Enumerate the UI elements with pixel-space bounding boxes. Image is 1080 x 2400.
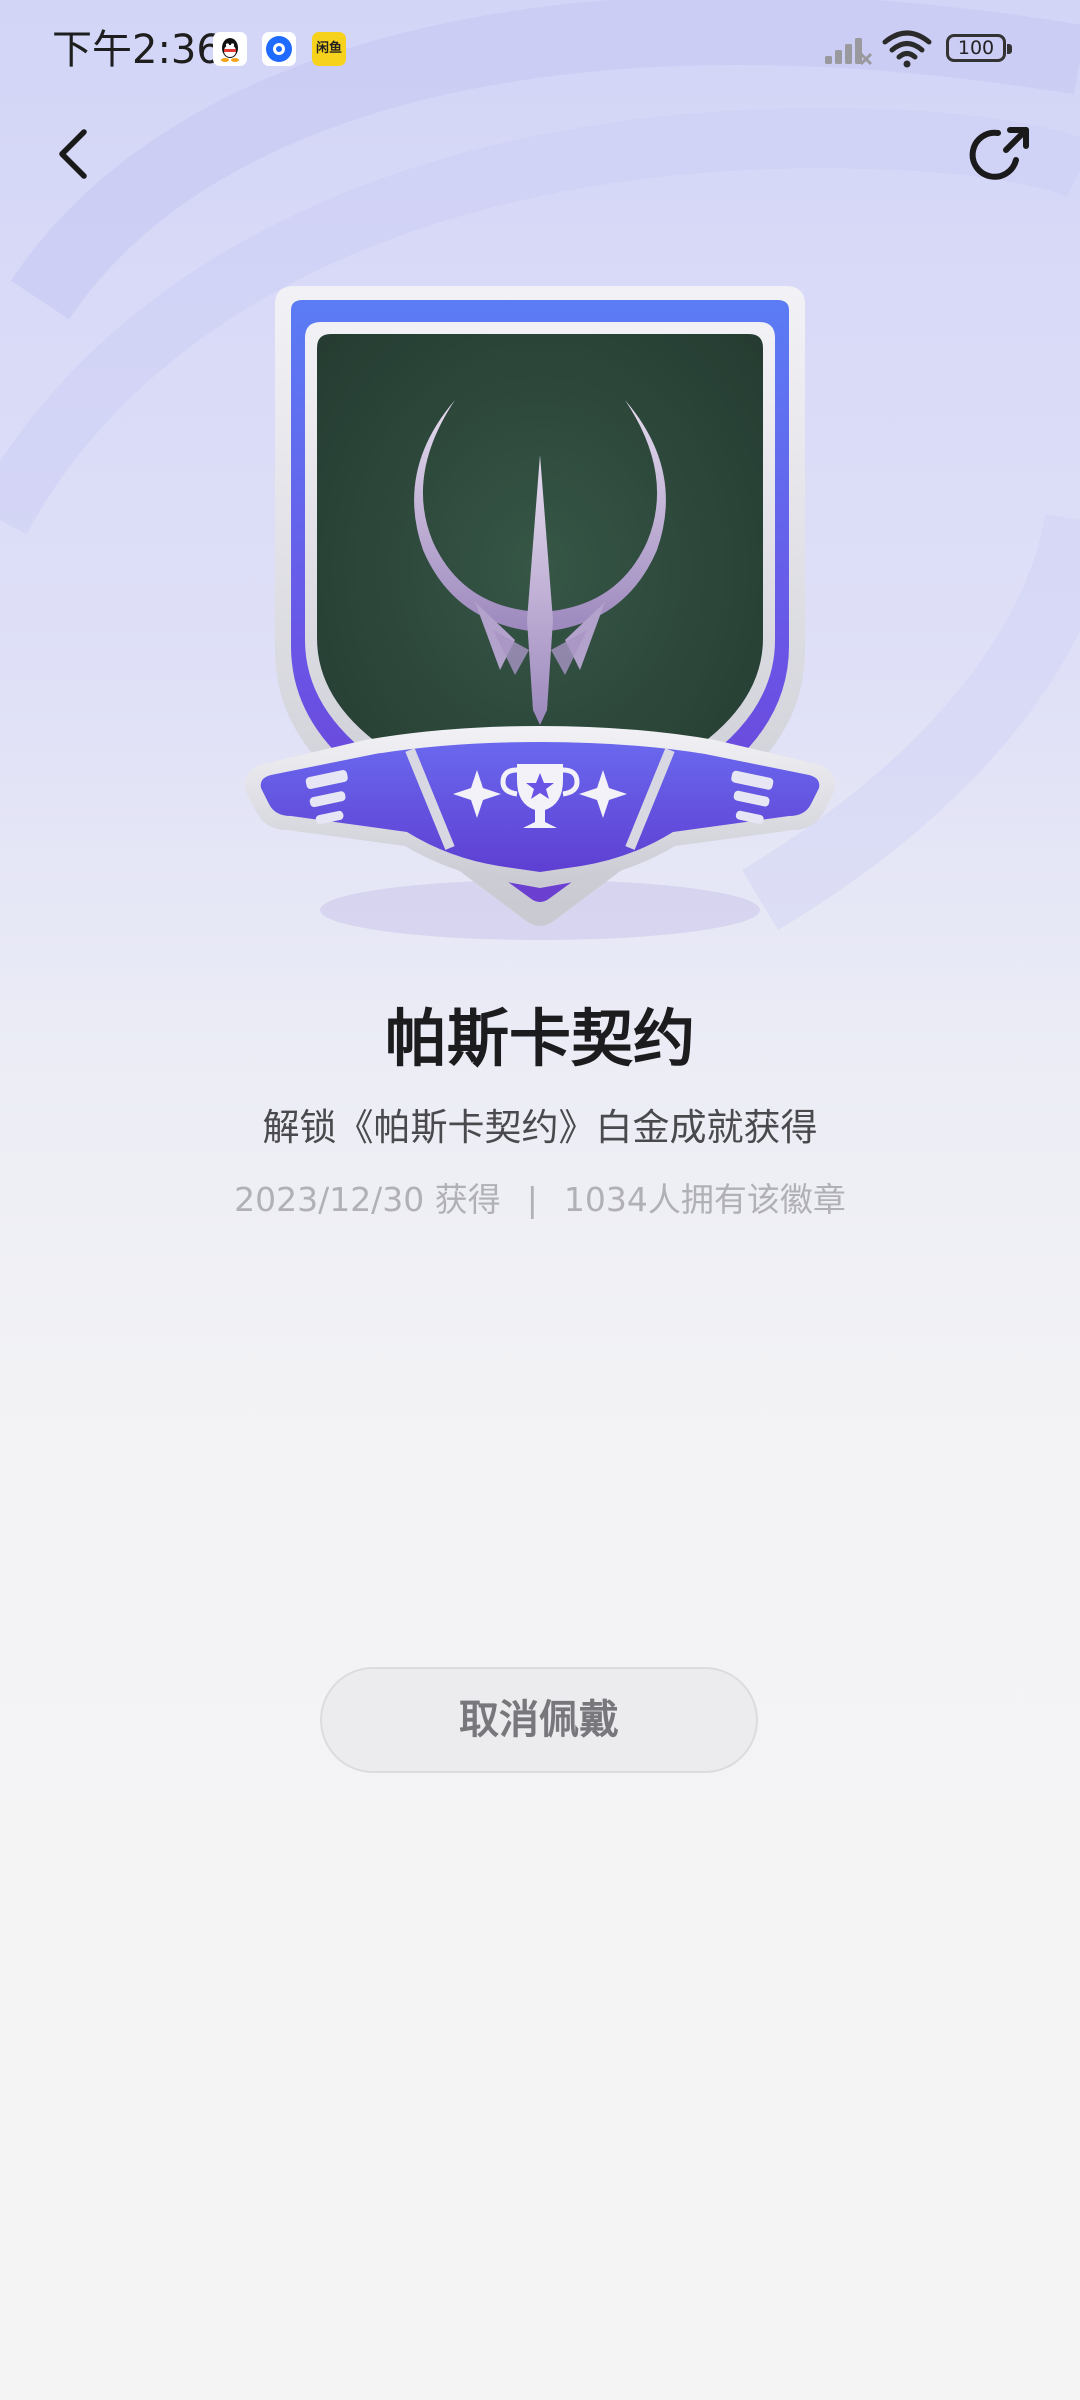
badge-image [245,286,835,940]
signal-icon [825,38,873,66]
badge-meta: 2023/12/30 获得 | 1034人拥有该徽章 [0,1176,1080,1224]
chevron-left-icon [59,129,87,179]
status-bar: 下午2:36 闲鱼 100 [0,0,1080,100]
cancel-wear-button[interactable]: 取消佩戴 [320,1667,758,1773]
battery-icon: 100 [946,34,1012,62]
owner-count: 1034人拥有该徽章 [563,1180,846,1219]
share-button[interactable] [966,120,1036,190]
share-icon [969,127,1029,180]
badge-title: 帕斯卡契约 [384,1002,695,1075]
qq-icon [213,32,247,66]
badge-description: 解锁《帕斯卡契约》白金成就获得 [262,1106,818,1149]
status-time: 下午2:36 [52,27,222,73]
blue-app-icon [262,32,296,66]
xianyu-icon: 闲鱼 [312,32,346,66]
wifi-icon [882,30,932,68]
xianyu-icon-label: 闲鱼 [315,41,342,56]
battery-level: 100 [957,37,995,59]
meta-separator: | [526,1180,538,1219]
back-button[interactable] [40,118,110,188]
obtained-date: 2023/12/30 获得 [234,1180,501,1219]
